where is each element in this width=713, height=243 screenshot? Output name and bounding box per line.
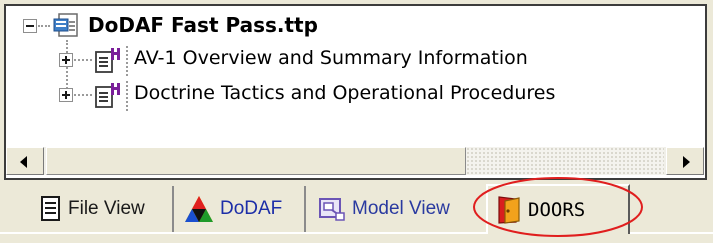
model-view-icon	[319, 198, 345, 221]
tab-label: DOORS	[528, 199, 586, 221]
tree-connector	[38, 25, 50, 27]
scrollbar-thumb[interactable]	[46, 147, 466, 175]
tab-model-view[interactable]: Model View	[310, 186, 476, 232]
tree-connector	[74, 94, 92, 96]
tab-dodaf[interactable]: DoDAF	[176, 186, 306, 232]
tree-node-label[interactable]: AV-1 Overview and Summary Information	[134, 47, 528, 69]
document-package-icon	[95, 83, 120, 108]
document-package-icon	[95, 48, 120, 73]
tab-label: DoDAF	[220, 198, 283, 219]
tab-label: File View	[68, 198, 145, 219]
tab-label: Model View	[352, 198, 450, 219]
tree-separator	[126, 81, 128, 111]
project-tree-panel: DoDAF Fast Pass.ttp AV-1 Overview and Su…	[4, 4, 707, 180]
scroll-left-icon	[20, 156, 27, 168]
file-view-icon	[41, 196, 60, 221]
dodaf-icon	[185, 196, 213, 222]
tree-root-label[interactable]: DoDAF Fast Pass.ttp	[88, 13, 318, 37]
collapse-toggle-icon[interactable]	[23, 19, 37, 33]
doors-icon	[498, 196, 520, 224]
scroll-left-button[interactable]	[6, 147, 44, 175]
tab-file-view[interactable]: File View	[32, 186, 174, 232]
view-tab-strip: File View DoDAF Model View DOORS	[0, 184, 713, 234]
expand-toggle-icon[interactable]	[59, 88, 73, 102]
horizontal-scrollbar[interactable]	[6, 147, 704, 175]
tab-doors[interactable]: DOORS	[486, 184, 630, 234]
tree-node-label[interactable]: Doctrine Tactics and Operational Procedu…	[134, 82, 555, 104]
scroll-right-button[interactable]	[666, 147, 704, 175]
expand-toggle-icon[interactable]	[59, 53, 73, 67]
tree-separator	[126, 46, 128, 76]
tree-connector	[74, 59, 92, 61]
project-file-icon	[53, 13, 78, 37]
scroll-right-icon	[683, 156, 690, 168]
